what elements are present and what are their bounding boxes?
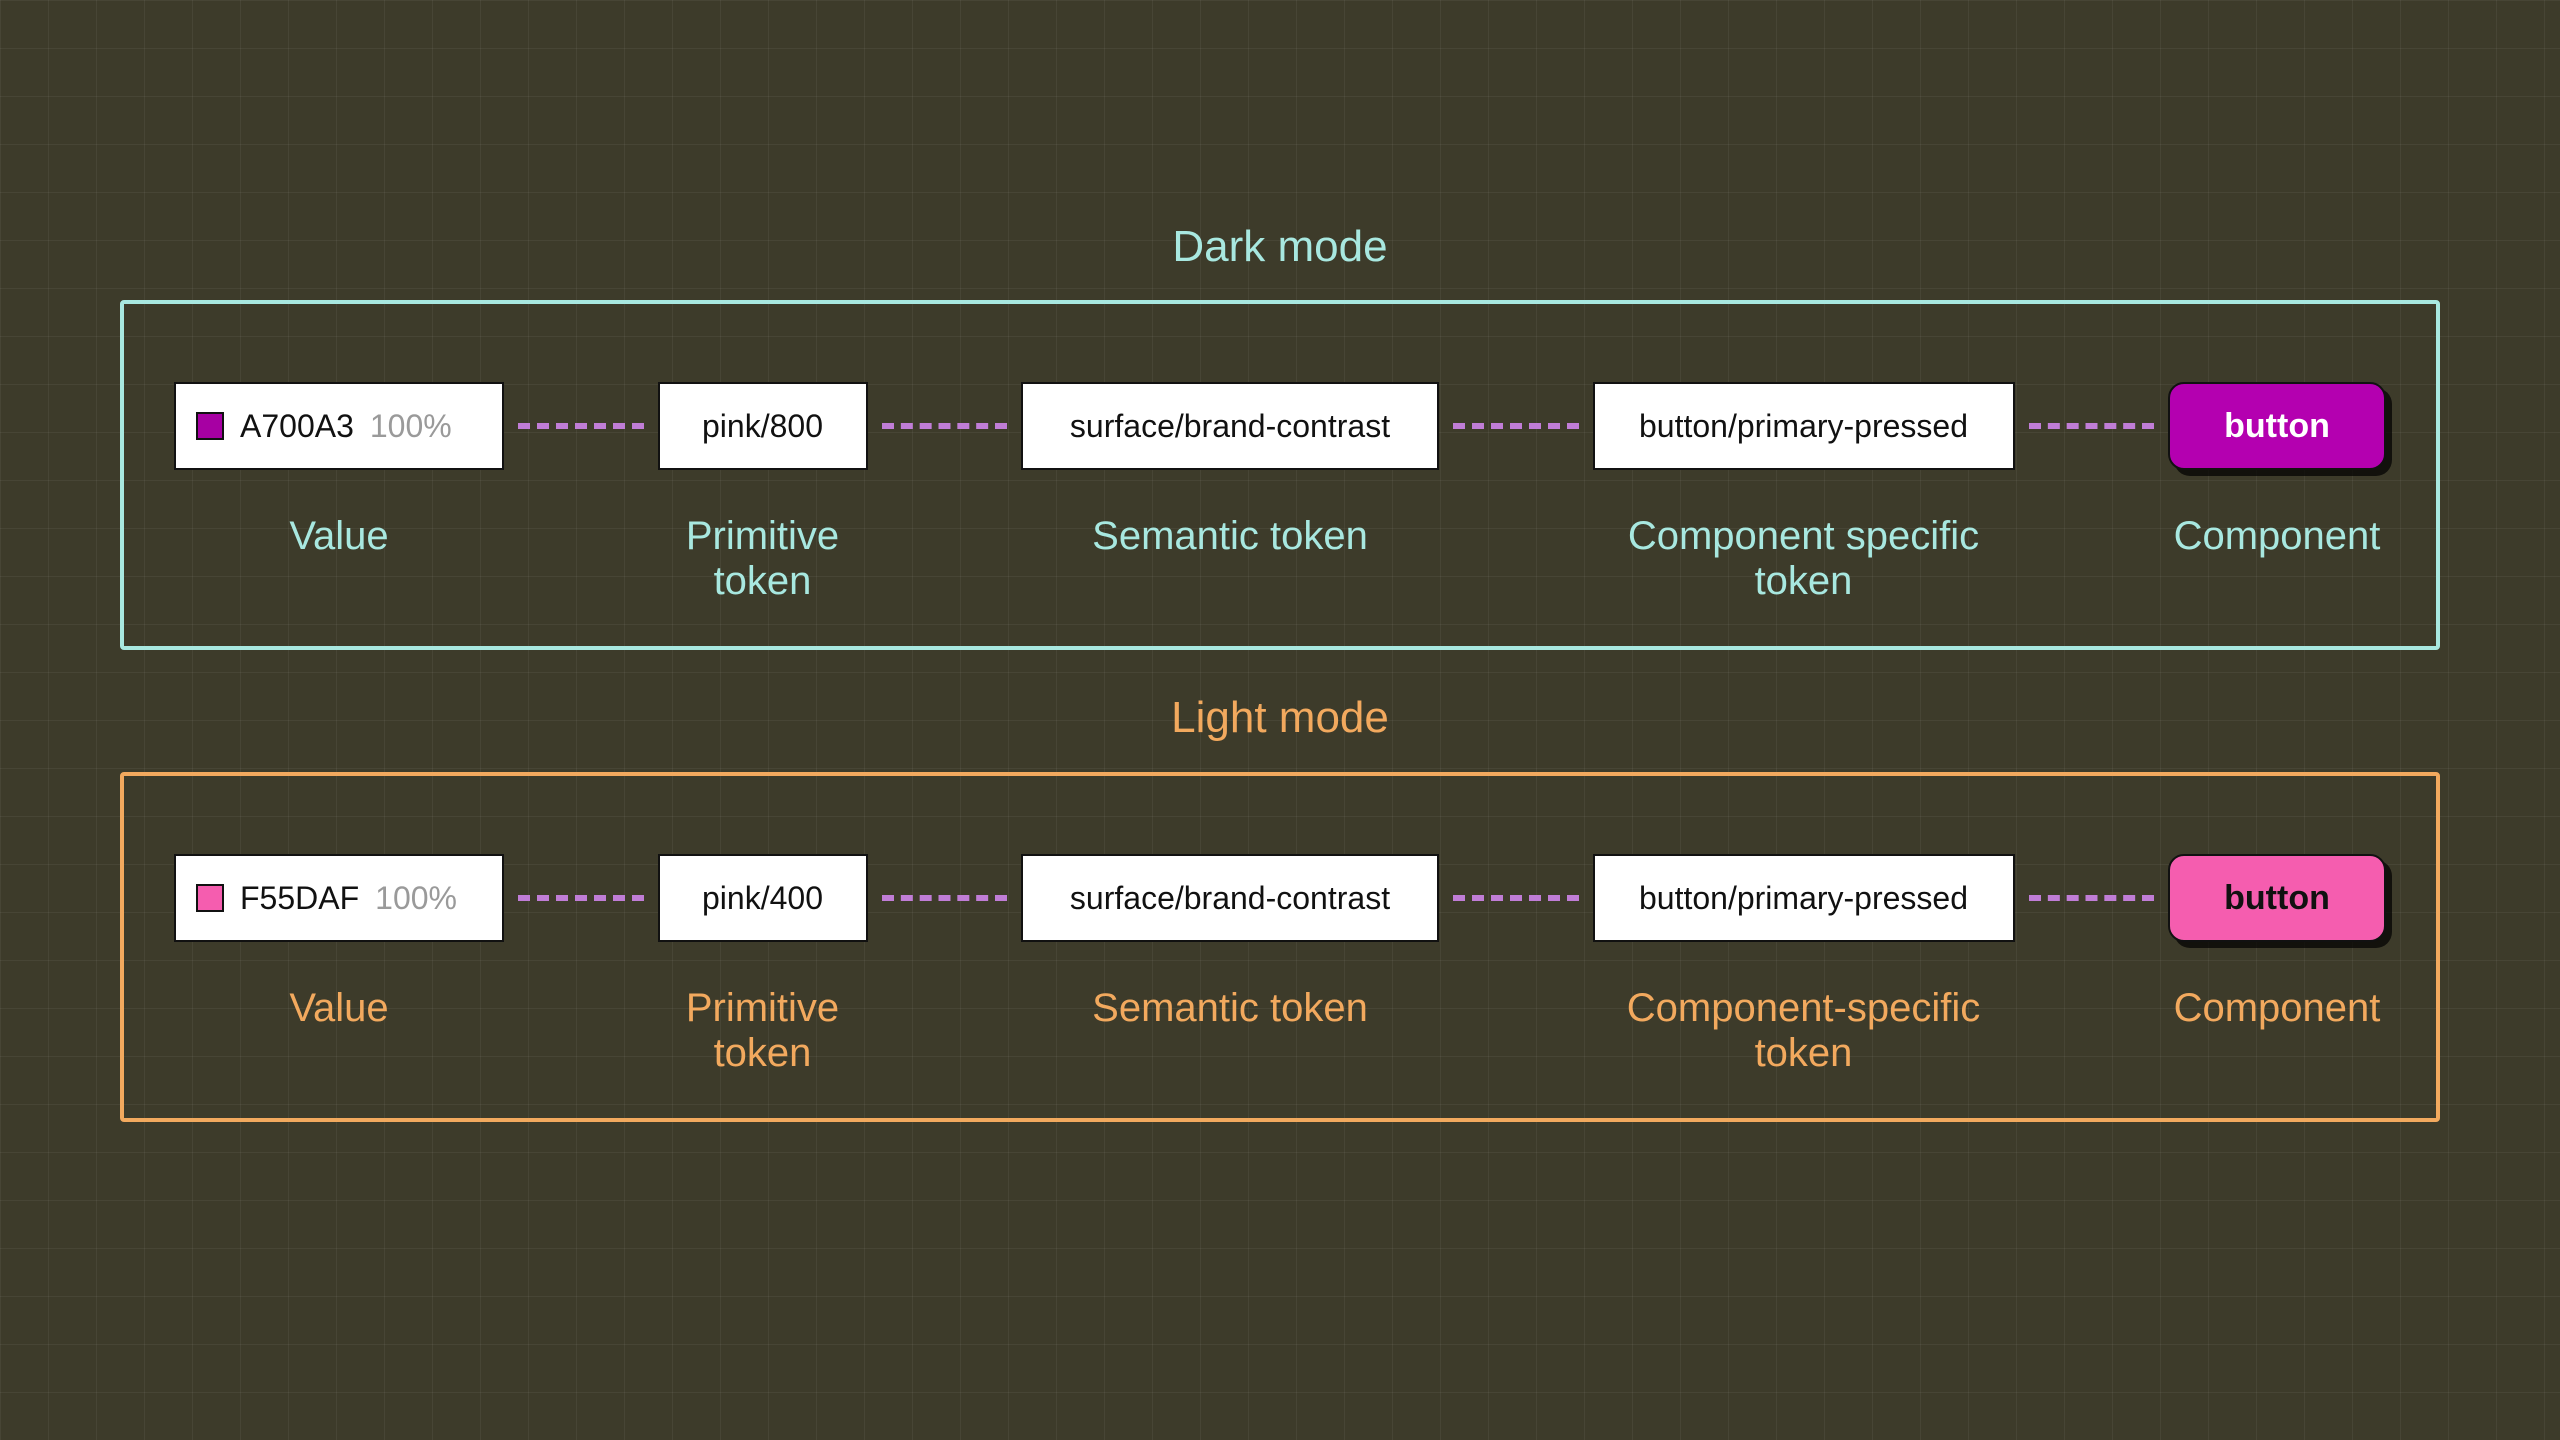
connector-line bbox=[2029, 895, 2155, 901]
dark-hex-value: A700A3 bbox=[240, 408, 354, 445]
label-primitive: Primitive token bbox=[658, 514, 868, 604]
connector-line bbox=[518, 895, 644, 901]
light-mode-title: Light mode bbox=[1171, 693, 1389, 743]
dark-primitive-chip: pink/800 bbox=[658, 382, 868, 470]
connector-line bbox=[882, 423, 1008, 429]
dark-button-component: button bbox=[2168, 382, 2386, 470]
light-component-token-chip: button/primary-pressed bbox=[1593, 854, 2015, 942]
light-primitive-chip: pink/400 bbox=[658, 854, 868, 942]
connector-line bbox=[882, 895, 1008, 901]
light-labels-row: Value Primitive token Semantic token Com… bbox=[174, 986, 2386, 1076]
light-hex-value: F55DAF bbox=[240, 880, 359, 917]
dark-component-token-chip: button/primary-pressed bbox=[1593, 382, 2015, 470]
label-semantic: Semantic token bbox=[1021, 986, 1439, 1076]
label-primitive: Primitive token bbox=[658, 986, 868, 1076]
dark-swatch-icon bbox=[196, 412, 224, 440]
light-opacity-value: 100% bbox=[375, 880, 457, 917]
dark-mode-panel: A700A3 100% pink/800 surface/brand-contr… bbox=[120, 300, 2440, 650]
dark-token-row: A700A3 100% pink/800 surface/brand-contr… bbox=[174, 382, 2386, 470]
dark-mode-title: Dark mode bbox=[1172, 222, 1387, 272]
label-component-token: Component-specific token bbox=[1593, 986, 2015, 1076]
connector-line bbox=[518, 423, 644, 429]
dark-labels-row: Value Primitive token Semantic token Com… bbox=[174, 514, 2386, 604]
label-value: Value bbox=[174, 986, 504, 1076]
light-button-component: button bbox=[2168, 854, 2386, 942]
label-semantic: Semantic token bbox=[1021, 514, 1439, 604]
dark-semantic-chip: surface/brand-contrast bbox=[1021, 382, 1439, 470]
connector-line bbox=[1453, 895, 1579, 901]
connector-line bbox=[2029, 423, 2155, 429]
dark-opacity-value: 100% bbox=[370, 408, 452, 445]
label-value: Value bbox=[174, 514, 504, 604]
light-semantic-chip: surface/brand-contrast bbox=[1021, 854, 1439, 942]
light-token-row: F55DAF 100% pink/400 surface/brand-contr… bbox=[174, 854, 2386, 942]
label-component: Component bbox=[2168, 986, 2386, 1076]
light-value-chip: F55DAF 100% bbox=[174, 854, 504, 942]
light-swatch-icon bbox=[196, 884, 224, 912]
label-component-token: Component specific token bbox=[1593, 514, 2015, 604]
dark-value-chip: A700A3 100% bbox=[174, 382, 504, 470]
light-mode-panel: F55DAF 100% pink/400 surface/brand-contr… bbox=[120, 772, 2440, 1122]
connector-line bbox=[1453, 423, 1579, 429]
label-component: Component bbox=[2168, 514, 2386, 604]
